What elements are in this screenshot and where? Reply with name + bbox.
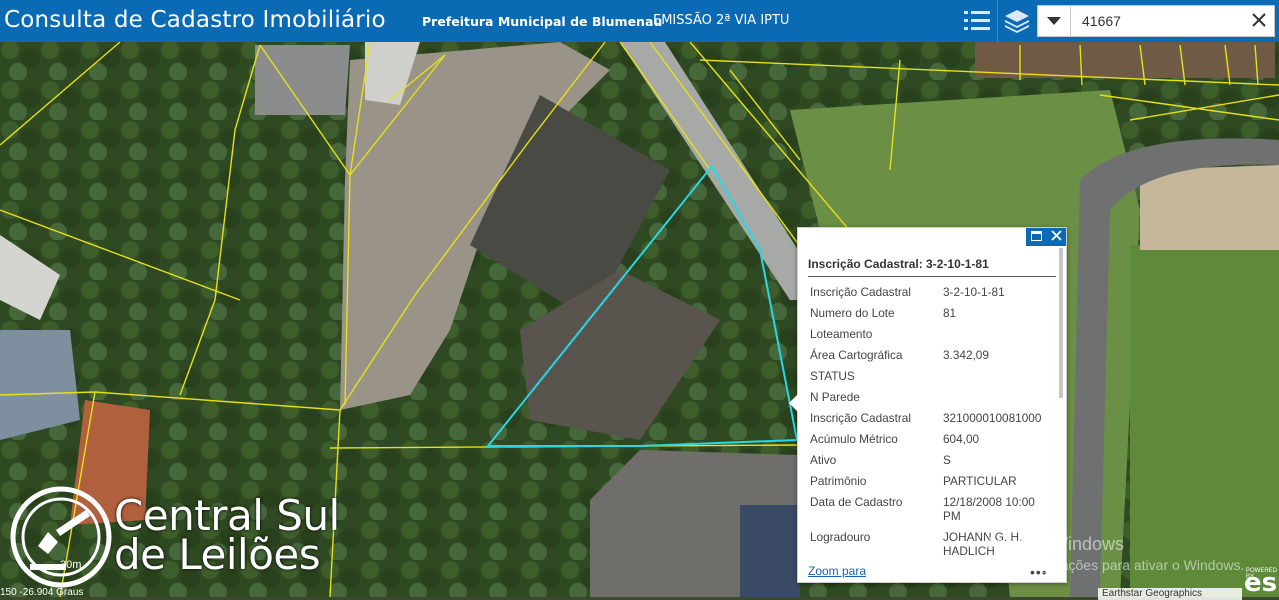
list-button[interactable] (958, 2, 996, 40)
attribute-label: Acúmulo Métrico (810, 432, 898, 446)
popup-scrollbar[interactable] (1059, 248, 1063, 398)
attribute-value: 12/18/2008 10:00 PM (943, 495, 1035, 523)
attribute-label: Patrimônio (810, 474, 867, 488)
attribute-label: Ativo (810, 453, 837, 467)
attribute-label: Área Cartográfica (810, 348, 903, 362)
popup-header (798, 228, 1066, 246)
coordinates-readout: 150 -26.904 Graus (0, 587, 84, 598)
popup-maximize-button[interactable] (1030, 228, 1042, 246)
attribute-value: S (943, 453, 951, 467)
search-box (1037, 5, 1275, 37)
nav-prefeitura-link[interactable]: Prefeitura Municipal de Blumenau (422, 14, 662, 29)
feature-popup: Inscrição Cadastral: 3-2-10-1-81 Inscriç… (789, 227, 1067, 583)
attribute-label: Loteamento (810, 327, 873, 341)
map-attribution: Earthstar Geographics (1098, 588, 1242, 600)
logo-text-line2: de Leilões (114, 530, 321, 579)
attribute-value: 81 (943, 306, 957, 320)
scale-label: 30m (60, 559, 82, 571)
attribute-label: Logradouro (810, 530, 871, 544)
search-input[interactable] (1082, 6, 1242, 36)
attribute-label: STATUS (810, 369, 855, 383)
windows-activation-subtitle: Acesse Configurações para ativar o Windo… (958, 557, 1245, 573)
popup-divider (808, 276, 1056, 277)
maximize-icon (1030, 231, 1042, 241)
esri-logo[interactable]: esri (1244, 568, 1279, 598)
attribute-label: Data de Cadastro (810, 495, 903, 509)
layers-button[interactable] (998, 2, 1036, 40)
close-icon (1050, 230, 1062, 241)
close-icon (1252, 13, 1266, 27)
attribute-value: 604,00 (943, 432, 980, 446)
list-icon (964, 11, 990, 30)
popup-title: Inscrição Cadastral: 3-2-10-1-81 (808, 257, 989, 271)
attribute-label: Inscrição Cadastral (810, 411, 911, 425)
central-sul-logo-icon (10, 486, 112, 588)
app-header: Consulta de Cadastro Imobiliário Prefeit… (0, 0, 1279, 42)
search-source-dropdown[interactable] (1038, 6, 1071, 36)
nav-iptu-link[interactable]: EMISSÃO 2ª VIA IPTU (653, 13, 789, 28)
layers-icon (1005, 10, 1029, 33)
caret-down-icon (1047, 16, 1061, 25)
attribute-label: N Parede (810, 390, 860, 404)
attribute-label: Numero do Lote (810, 306, 895, 320)
search-clear-button[interactable] (1250, 11, 1268, 29)
attribute-value: 3.342,09 (943, 348, 989, 362)
popup-pointer (789, 394, 798, 412)
attribute-value: 3-2-10-1-81 (943, 285, 1005, 299)
attribute-label: Inscrição Cadastral (810, 285, 911, 299)
attribute-value: PARTICULAR (943, 474, 1017, 488)
popup-close-button[interactable] (1050, 228, 1062, 246)
attribute-value: 321000010081000 (943, 411, 1042, 425)
windows-activation-title: Ativar o Windows (985, 534, 1125, 554)
zoom-to-link[interactable]: Zoom para (808, 564, 866, 578)
app-title: Consulta de Cadastro Imobiliário (4, 7, 386, 33)
